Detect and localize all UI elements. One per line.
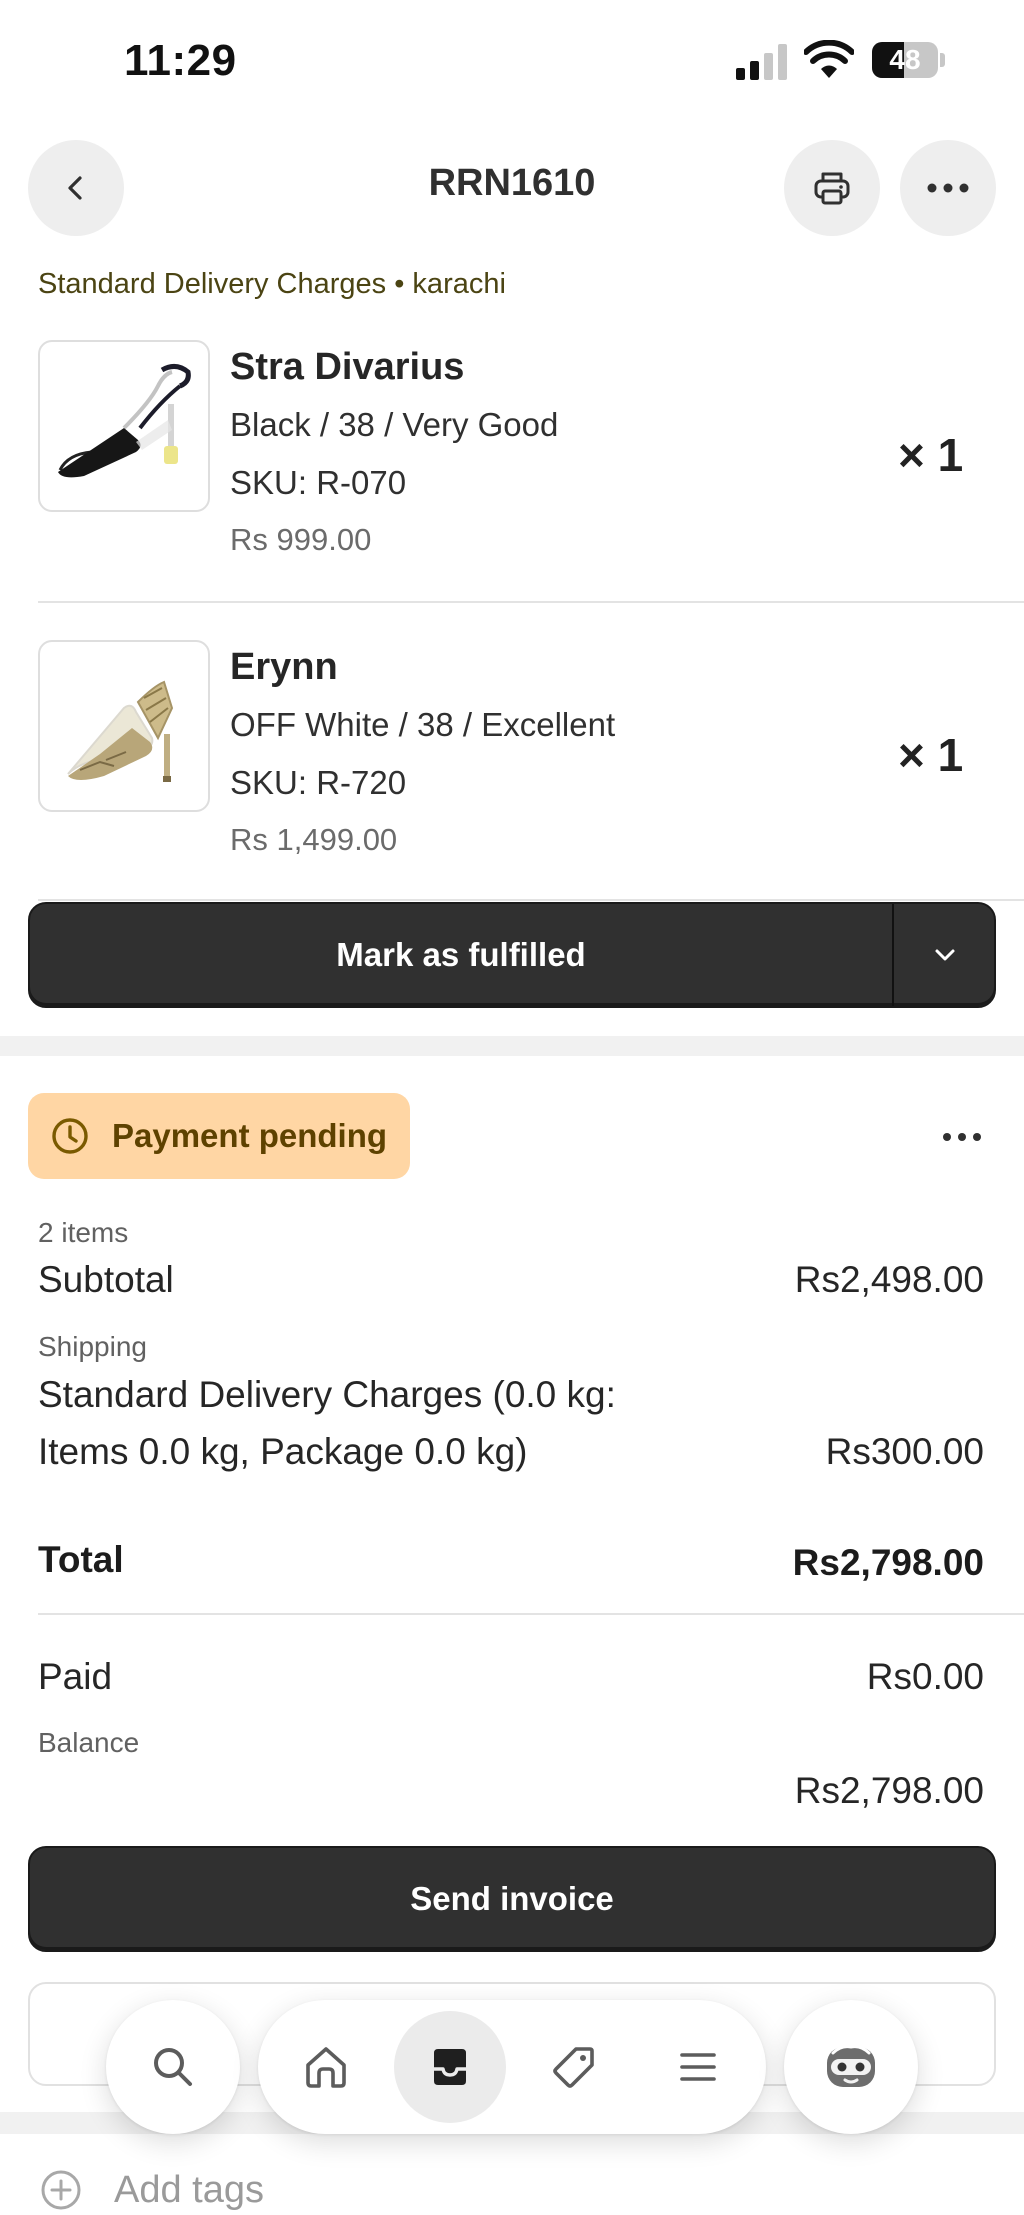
clock-icon: [52, 1118, 88, 1154]
battery-icon: 48: [872, 42, 946, 78]
fulfill-split-button: Mark as fulfilled: [28, 902, 996, 1008]
plus-circle-icon: [41, 2170, 81, 2210]
divider: [38, 1613, 1024, 1615]
ellipsis-icon: [927, 183, 969, 193]
balance-value: Rs2,798.00: [794, 1770, 984, 1811]
product-sku: SKU: R-720: [230, 764, 407, 801]
line-item[interactable]: Erynn OFF White / 38 / Excellent SKU: R-…: [38, 640, 1024, 930]
section-separator: [0, 1036, 1024, 1056]
cellular-signal-icon: [736, 44, 787, 80]
home-icon: [306, 2047, 346, 2088]
send-invoice-button[interactable]: Send invoice: [28, 1846, 996, 1952]
status-bar: 11:29 48: [0, 0, 1024, 120]
chevron-left-icon: [68, 176, 82, 200]
product-sku: SKU: R-070: [230, 464, 407, 501]
tag-icon: [553, 2047, 594, 2088]
print-button[interactable]: [784, 140, 880, 236]
shipping-label: Shipping: [38, 1331, 147, 1362]
order-title: RRN1610: [428, 162, 596, 204]
ellipsis-icon: [943, 1133, 981, 1141]
order-header: RRN1610: [0, 140, 1024, 236]
product-price: Rs 1,499.00: [230, 822, 398, 857]
battery-level: 48: [889, 44, 921, 75]
fulfill-options-button[interactable]: [894, 904, 996, 1006]
product-title[interactable]: Erynn: [230, 646, 338, 689]
printer-icon: [814, 172, 850, 205]
account-button[interactable]: [784, 2000, 918, 2134]
back-button[interactable]: [28, 140, 124, 236]
orders-icon: [434, 2049, 466, 2085]
line-item[interactable]: Stra Divarius Black / 38 / Very Good SKU…: [38, 340, 1024, 630]
tab-bar: [258, 2000, 766, 2134]
search-tab-button[interactable]: [106, 2000, 240, 2134]
product-price: Rs 999.00: [230, 522, 372, 557]
items-count: 2 items: [38, 1217, 129, 1248]
total-label: Total: [38, 1539, 124, 1580]
chevron-down-icon: [935, 949, 955, 961]
paid-value: Rs0.00: [866, 1656, 984, 1697]
shipping-description-line2: Items 0.0 kg, Package 0.0 kg): [38, 1431, 528, 1472]
wifi-icon: [804, 40, 854, 78]
product-quantity: × 1: [898, 729, 964, 781]
divider: [38, 601, 1024, 603]
balance-label: Balance: [38, 1727, 140, 1758]
tab-products[interactable]: [518, 2011, 630, 2123]
avatar-icon: [827, 2045, 875, 2087]
shipping-value: Rs300.00: [825, 1431, 984, 1472]
product-image: [38, 640, 210, 812]
product-title[interactable]: Stra Divarius: [230, 346, 464, 389]
add-tags-row[interactable]: Add tags: [38, 2165, 264, 2215]
search-icon: [154, 2048, 192, 2086]
divider: [38, 899, 1024, 901]
product-variant: Black / 38 / Very Good: [230, 406, 559, 443]
shipping-description-line1: Standard Delivery Charges (0.0 kg:: [38, 1374, 616, 1415]
menu-icon: [680, 2053, 716, 2081]
tab-home[interactable]: [270, 2011, 382, 2123]
subtotal-label: Subtotal: [38, 1259, 174, 1300]
product-variant: OFF White / 38 / Excellent: [230, 706, 616, 743]
subtotal-value: Rs2,498.00: [794, 1259, 984, 1300]
delivery-method-label: Standard Delivery Charges • karachi: [38, 268, 506, 300]
add-tags-placeholder: Add tags: [114, 2168, 264, 2211]
product-quantity: × 1: [898, 429, 964, 481]
paid-label: Paid: [38, 1656, 113, 1697]
payment-status-badge: Payment pending: [28, 1093, 410, 1179]
payment-more-button[interactable]: [922, 1112, 1002, 1162]
more-actions-button[interactable]: [900, 140, 996, 236]
tab-menu[interactable]: [642, 2011, 754, 2123]
payment-status-text: Payment pending: [112, 1117, 388, 1154]
status-time: 11:29: [124, 36, 237, 85]
mark-as-fulfilled-button[interactable]: Mark as fulfilled: [30, 904, 892, 1006]
tab-orders[interactable]: [394, 2011, 506, 2123]
total-value: Rs2,798.00: [792, 1542, 984, 1583]
product-image: [38, 340, 210, 512]
